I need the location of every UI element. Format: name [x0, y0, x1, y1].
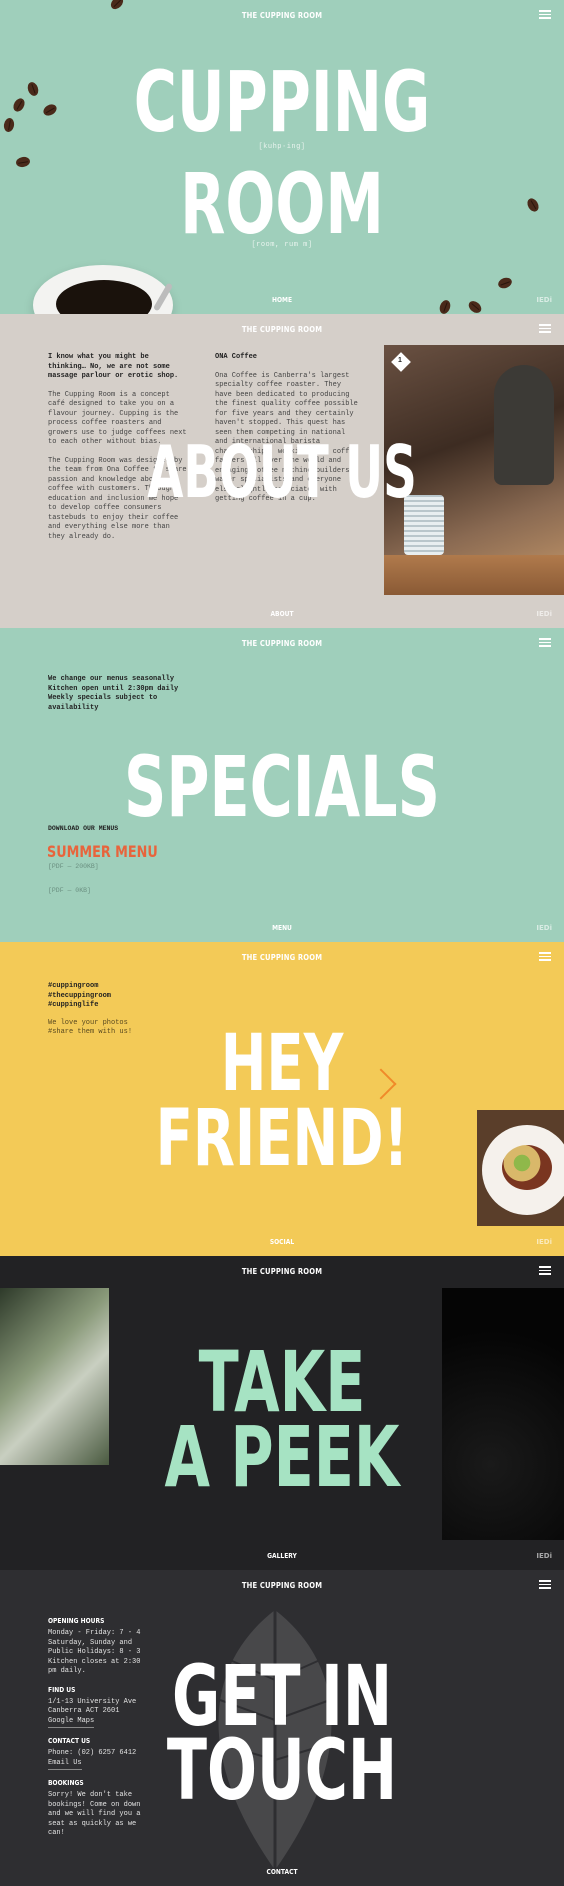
- pronunciation-1: [kuhp·ing]: [258, 143, 306, 151]
- social-title-line1: HEY: [220, 1019, 344, 1109]
- section-mark: IEDi: [536, 1552, 552, 1560]
- section-label-about: ABOUT: [270, 610, 294, 618]
- social-title-line2: FRIEND!: [155, 1094, 409, 1184]
- home-section: THE CUPPING ROOM CUPPING [kuhp·ing] ROOM…: [0, 0, 564, 314]
- gallery-title-line2: A PEEK: [164, 1408, 400, 1506]
- hero-title-line1: CUPPING: [133, 53, 431, 151]
- coffee-bean-icon: [41, 102, 59, 118]
- social-section: THE CUPPING ROOM #cuppingroom #thecuppin…: [0, 942, 564, 1256]
- brand-title[interactable]: THE CUPPING ROOM: [42, 325, 521, 334]
- section-label-menu: MENU: [272, 924, 292, 932]
- menu-hamburger-icon[interactable]: [539, 952, 551, 961]
- contact-section: THE CUPPING ROOM OPENING HOURS Monday - …: [0, 1570, 564, 1886]
- menu-hamburger-icon[interactable]: [539, 1580, 551, 1589]
- section-label-home: HOME: [271, 296, 293, 304]
- menu-hamburger-icon[interactable]: [539, 324, 551, 333]
- gallery-section: THE CUPPING ROOM TAKE A PEEK GALLERY IED…: [0, 1256, 564, 1570]
- section-label-gallery: GALLERY: [267, 1552, 297, 1560]
- menu-hamburger-icon[interactable]: [539, 10, 551, 19]
- coffee-bean-icon: [496, 275, 514, 291]
- barista-figure: [494, 365, 554, 485]
- coffee-bean-icon: [15, 155, 31, 169]
- instagram-food-photo[interactable]: [477, 1110, 564, 1226]
- brand-title[interactable]: THE CUPPING ROOM: [42, 1581, 521, 1590]
- specials-title: SPECIALS: [124, 738, 440, 836]
- coffee-bean-icon: [11, 96, 27, 114]
- menu-section: THE CUPPING ROOM We change our menus sea…: [0, 628, 564, 942]
- menu-hamburger-icon[interactable]: [539, 1266, 551, 1275]
- about-section: THE CUPPING ROOM 1 I know what you might…: [0, 314, 564, 628]
- menu-notes: We change our menus seasonally Kitchen o…: [48, 675, 179, 712]
- summer-menu-link[interactable]: SUMMER MENU: [47, 842, 158, 861]
- download-menus-label: DOWNLOAD OUR MENUS: [48, 825, 119, 832]
- brand-title[interactable]: THE CUPPING ROOM: [42, 11, 521, 20]
- badge-number: 1: [398, 357, 402, 364]
- ona-heading: ONA Coffee: [215, 353, 258, 361]
- section-mark: IEDi: [536, 924, 552, 932]
- section-label-contact: CONTACT: [266, 1868, 298, 1876]
- hours-heading: OPENING HOURS: [48, 1617, 105, 1625]
- section-label-social: SOCIAL: [269, 1238, 295, 1246]
- pdf-size-1[interactable]: [PDF — 200KB]: [48, 863, 99, 870]
- coffee-bean-icon: [108, 0, 126, 12]
- coffee-bean-icon: [25, 80, 41, 98]
- brand-title[interactable]: THE CUPPING ROOM: [42, 953, 521, 962]
- hashtags: #cuppingroom #thecuppingroom #cuppinglif…: [48, 982, 112, 1009]
- pronunciation-2: [room, rum m]: [251, 241, 313, 249]
- about-heading: I know what you might be thinking… No, w…: [48, 353, 179, 380]
- coffee-bean-icon: [2, 117, 16, 133]
- contact-title-line2: TOUCH: [166, 1721, 398, 1819]
- food: [502, 1145, 552, 1190]
- counter: [384, 555, 564, 595]
- pdf-size-2[interactable]: [PDF — 0KB]: [48, 887, 91, 894]
- section-mark: IEDi: [536, 610, 552, 618]
- about-title: ABOUT US: [147, 430, 417, 514]
- coffee-bean-icon: [525, 196, 541, 214]
- section-mark: IEDi: [536, 1238, 552, 1246]
- section-mark: IEDi: [536, 296, 552, 304]
- brand-title[interactable]: THE CUPPING ROOM: [42, 639, 521, 648]
- email-link[interactable]: Email Us: [48, 1759, 82, 1770]
- menu-hamburger-icon[interactable]: [539, 638, 551, 647]
- brand-title[interactable]: THE CUPPING ROOM: [42, 1267, 521, 1276]
- hero-title-line2: ROOM: [180, 155, 384, 253]
